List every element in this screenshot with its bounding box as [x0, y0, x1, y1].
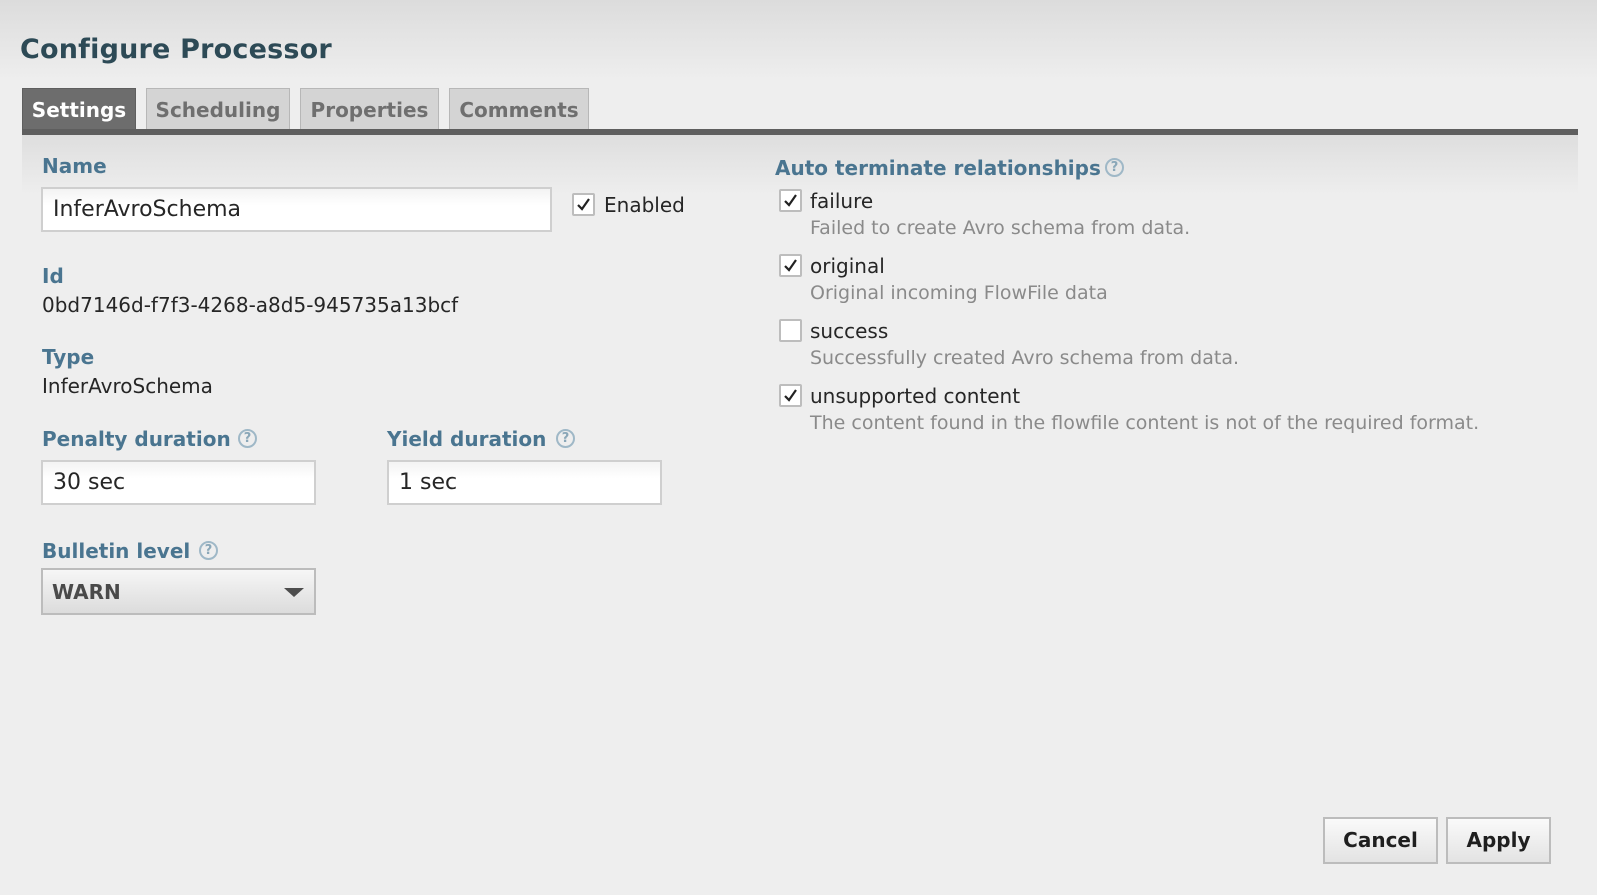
- relationship-failure-checkbox[interactable]: [779, 189, 802, 212]
- id-value: 0bd7146d-f7f3-4268-a8d5-945735a13bcf: [42, 293, 459, 317]
- id-label: Id: [42, 264, 64, 288]
- relationship-success-checkbox[interactable]: [779, 319, 802, 342]
- relationship-description: Original incoming FlowFile data: [810, 282, 1108, 304]
- tab-properties[interactable]: Properties: [300, 88, 439, 129]
- relationship-description: Successfully created Avro schema from da…: [810, 347, 1240, 369]
- dialog-title: Configure Processor: [20, 34, 332, 65]
- settings-panel: [22, 135, 1578, 895]
- auto-terminate-label: Auto terminate relationships: [775, 156, 1101, 180]
- relationship-description: The content found in the flowfile conten…: [810, 412, 1480, 434]
- type-label: Type: [42, 345, 95, 369]
- bulletin-level-value: WARN: [52, 579, 121, 604]
- help-icon[interactable]: ?: [1105, 158, 1124, 177]
- bulletin-level-select[interactable]: WARN: [41, 568, 316, 615]
- relationship-original-checkbox[interactable]: [779, 254, 802, 277]
- penalty-duration-label: Penalty duration: [42, 427, 231, 451]
- relationship-name[interactable]: unsupported content: [810, 384, 1020, 408]
- checkmark-icon: [784, 259, 797, 272]
- relationship-name[interactable]: success: [810, 319, 888, 343]
- relationship-description: Failed to create Avro schema from data.: [810, 217, 1191, 239]
- tab-settings[interactable]: Settings: [22, 88, 136, 131]
- tab-comments[interactable]: Comments: [449, 88, 589, 129]
- relationship-name[interactable]: original: [810, 254, 885, 278]
- name-input[interactable]: InferAvroSchema: [41, 187, 552, 232]
- relationship-unsupported-content-checkbox[interactable]: [779, 384, 802, 407]
- apply-button[interactable]: Apply: [1446, 817, 1551, 864]
- relationship-name[interactable]: failure: [810, 189, 873, 213]
- help-icon[interactable]: ?: [199, 541, 218, 560]
- help-icon[interactable]: ?: [238, 429, 257, 448]
- bulletin-level-label: Bulletin level: [42, 539, 191, 563]
- checkmark-icon: [784, 389, 797, 402]
- checkmark-icon: [784, 194, 797, 207]
- type-value: InferAvroSchema: [42, 374, 213, 398]
- penalty-duration-input[interactable]: 30 sec: [41, 460, 316, 505]
- yield-duration-label: Yield duration: [387, 427, 547, 451]
- enabled-label[interactable]: Enabled: [604, 193, 685, 217]
- chevron-down-icon: [284, 588, 304, 597]
- enabled-checkbox[interactable]: [572, 193, 595, 216]
- checkmark-icon: [577, 198, 590, 211]
- help-icon[interactable]: ?: [556, 429, 575, 448]
- cancel-button[interactable]: Cancel: [1323, 817, 1438, 864]
- yield-duration-input[interactable]: 1 sec: [387, 460, 662, 505]
- tab-scheduling[interactable]: Scheduling: [146, 88, 290, 129]
- name-label: Name: [42, 154, 107, 178]
